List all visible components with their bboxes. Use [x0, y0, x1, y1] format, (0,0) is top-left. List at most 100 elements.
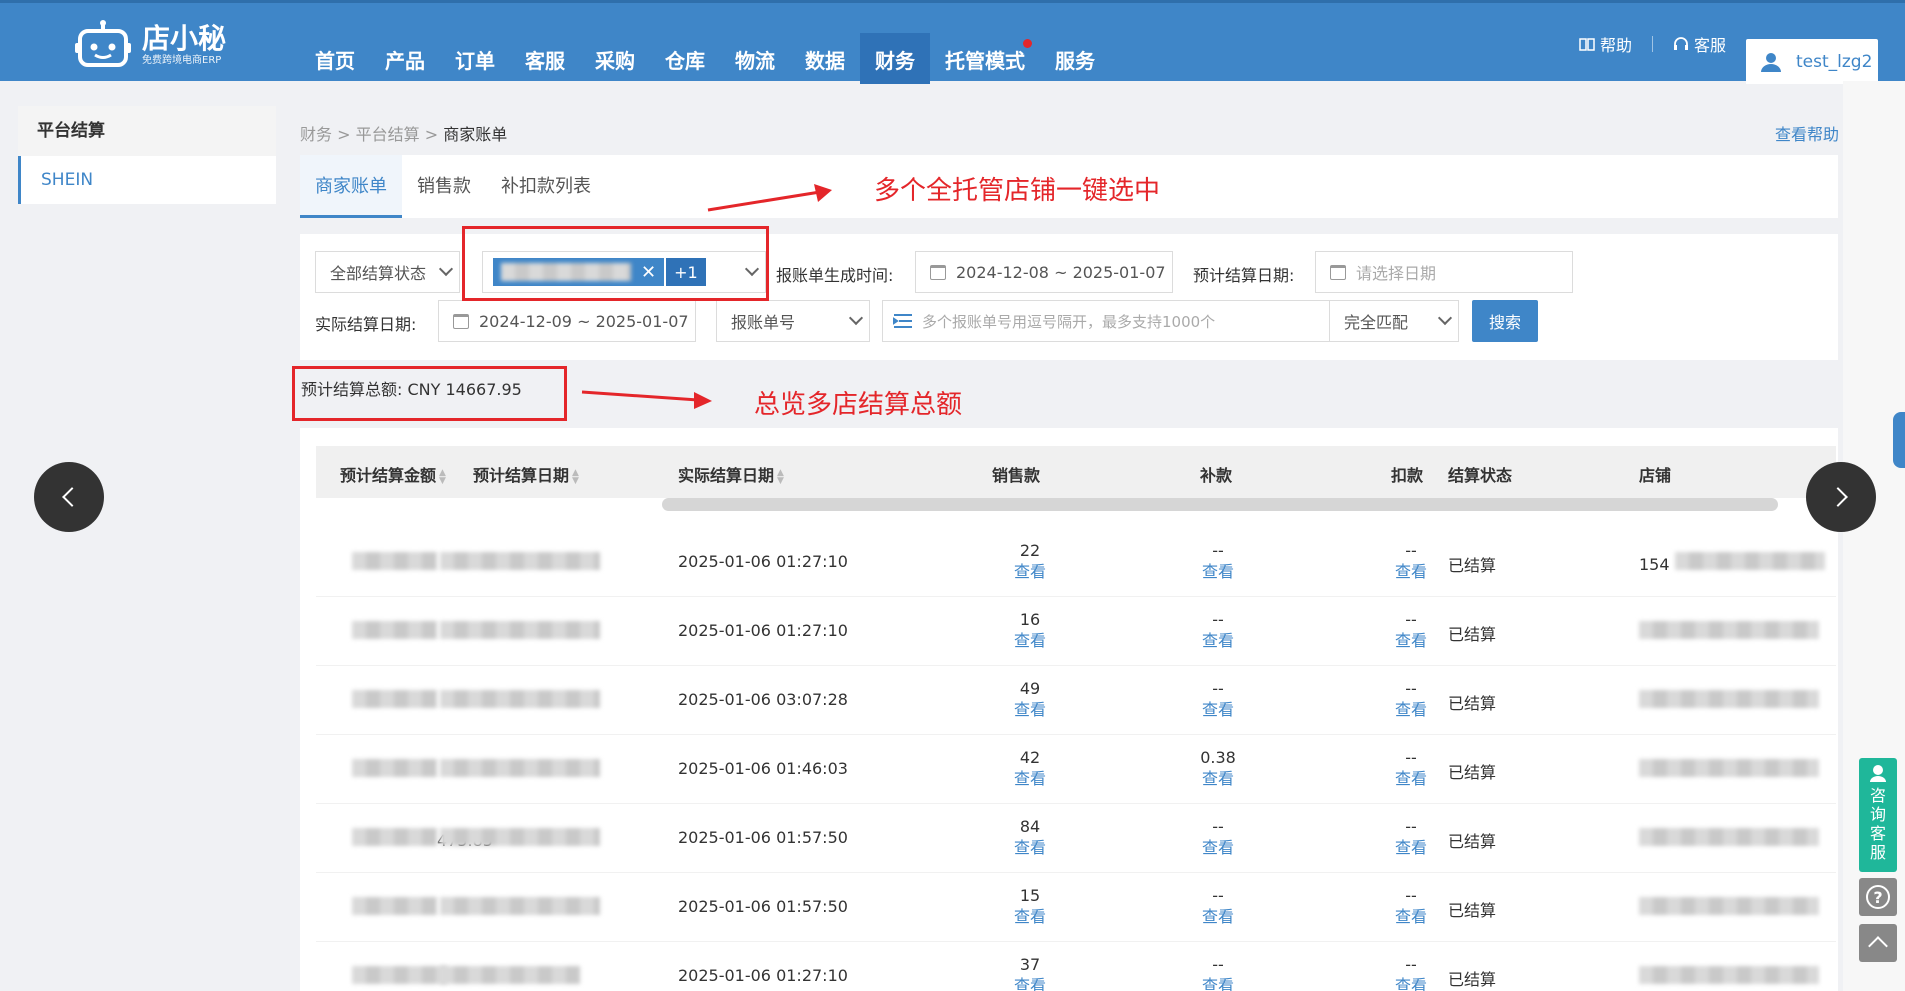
blurred-store	[1639, 621, 1819, 639]
view-refill-link[interactable]: 查看	[1188, 906, 1248, 927]
nav-product[interactable]: 产品	[370, 33, 440, 84]
table-row: 2025-01-06 01:57:50 15 查看 -- 查看 -- 查看 已结算	[316, 873, 1836, 942]
col-status: 结算状态	[1448, 466, 1513, 485]
store-cell	[1639, 897, 1819, 919]
breadcrumb-finance[interactable]: 财务	[300, 125, 332, 144]
sidebar: 平台结算 SHEIN	[18, 106, 276, 204]
view-sales-link[interactable]: 查看	[1000, 699, 1060, 720]
bill-no-input[interactable]: 多个报账单号用逗号隔开，最多支持1000个	[882, 300, 1330, 342]
carousel-next-button[interactable]	[1806, 462, 1876, 532]
expected-date-picker[interactable]: 请选择日期	[1315, 251, 1573, 293]
side-feedback-tab[interactable]	[1893, 412, 1905, 468]
bill-time-picker[interactable]: 2024-12-08 ~ 2025-01-07	[915, 251, 1173, 293]
view-deduct-link[interactable]: 查看	[1381, 768, 1441, 789]
service-link[interactable]: 客服	[1653, 32, 1746, 56]
store-cell	[1639, 828, 1819, 850]
blurred-store	[1639, 828, 1819, 846]
list-icon	[893, 314, 912, 328]
view-deduct-link[interactable]: 查看	[1381, 837, 1441, 858]
view-refill-link[interactable]: 查看	[1188, 768, 1248, 789]
sidebar-header: 平台结算	[18, 106, 276, 156]
tab-sales[interactable]: 销售款	[402, 155, 486, 218]
bill-no-type-value: 报账单号	[731, 313, 796, 332]
nav-managed-mode[interactable]: 托管模式	[930, 33, 1040, 84]
store-cell	[1639, 966, 1819, 988]
col-amount[interactable]: 预计结算金额 ▲ ▼	[340, 462, 447, 486]
table-row: 475.852025-01-06 01:57:5084查看--查看--查看已结算	[316, 804, 1836, 873]
view-sales-link[interactable]: 查看	[1000, 906, 1060, 927]
horizontal-scrollbar[interactable]	[662, 498, 1778, 511]
deduct-cell: -- 查看	[1381, 609, 1441, 651]
sidebar-item-shein[interactable]: SHEIN	[18, 156, 276, 204]
refill-value: --	[1212, 886, 1224, 905]
deduct-value: --	[1405, 610, 1417, 629]
table-header: 预计结算金额 ▲ ▼ 预计结算日期 ▲ ▼ 实际结算日期 ▲ ▼ 销售款 补款 扣款 结算状…	[316, 446, 1836, 498]
consult-service-button[interactable]: 咨询客服	[1859, 758, 1897, 872]
view-deduct-link[interactable]: 查看	[1381, 975, 1441, 991]
nav-logistics[interactable]: 物流	[720, 33, 790, 84]
help-float-button[interactable]: ?	[1859, 878, 1897, 916]
nav-customer-service[interactable]: 客服	[510, 33, 580, 84]
nav-finance[interactable]: 财务	[860, 33, 930, 84]
nav-purchase[interactable]: 采购	[580, 33, 650, 84]
tab-merchant-bill[interactable]: 商家账单	[300, 155, 402, 218]
blurred-store	[1639, 966, 1819, 984]
view-help-link[interactable]: 查看帮助	[1775, 121, 1839, 145]
view-refill-link[interactable]: 查看	[1188, 630, 1248, 651]
view-refill-link[interactable]: 查看	[1188, 975, 1248, 991]
user-menu[interactable]: test_lzg2	[1746, 39, 1878, 84]
search-button[interactable]: 搜索	[1472, 300, 1538, 342]
nav-warehouse[interactable]: 仓库	[650, 33, 720, 84]
view-deduct-link[interactable]: 查看	[1381, 906, 1441, 927]
tab-adjustment-list[interactable]: 补扣款列表	[486, 155, 606, 218]
view-sales-link[interactable]: 查看	[1000, 837, 1060, 858]
app-logo[interactable]: 店小秘 免费跨境电商ERP	[74, 15, 234, 75]
nav-order[interactable]: 订单	[440, 33, 510, 84]
sales-cell: 15 查看	[1000, 885, 1060, 927]
annotation-box-total	[292, 366, 567, 421]
view-sales-link[interactable]: 查看	[1000, 630, 1060, 651]
blurred-store	[1639, 690, 1819, 708]
actual-date-cell: 2025-01-06 01:27:10	[678, 552, 848, 571]
chevron-down-icon	[848, 310, 864, 326]
actual-date-picker[interactable]: 2024-12-09 ~ 2025-01-07	[438, 300, 696, 342]
view-deduct-link[interactable]: 查看	[1381, 699, 1441, 720]
blurred-store	[1639, 759, 1819, 777]
nav-data[interactable]: 数据	[790, 33, 860, 84]
col-expected-date[interactable]: 预计结算日期 ▲ ▼	[473, 462, 580, 486]
nav-service[interactable]: 服务	[1040, 33, 1110, 84]
blurred-store	[1639, 897, 1819, 915]
view-deduct-link[interactable]: 查看	[1381, 630, 1441, 651]
actual-date-cell: 2025-01-06 03:07:28	[678, 690, 848, 709]
blurred-amount	[352, 828, 437, 846]
actual-date-cell: 2025-01-06 01:46:03	[678, 759, 848, 778]
col-actual-date[interactable]: 实际结算日期 ▲ ▼	[678, 462, 785, 486]
top-nav-bar: 店小秘 免费跨境电商ERP 首页 产品 订单 客服 采购 仓库 物流 数据 财务…	[0, 0, 1905, 84]
refill-value: 0.38	[1200, 748, 1236, 767]
view-sales-link[interactable]: 查看	[1000, 561, 1060, 582]
settlement-status-select[interactable]: 全部结算状态	[315, 251, 460, 293]
view-refill-link[interactable]: 查看	[1188, 699, 1248, 720]
view-deduct-link[interactable]: 查看	[1381, 561, 1441, 582]
view-refill-link[interactable]: 查看	[1188, 837, 1248, 858]
carousel-prev-button[interactable]	[34, 462, 104, 532]
amount-cell	[352, 759, 437, 781]
help-link[interactable]: 帮助	[1559, 32, 1652, 56]
expected-date-placeholder: 请选择日期	[1356, 264, 1437, 283]
robot-logo-icon	[75, 20, 131, 67]
bill-no-type-select[interactable]: 报账单号	[716, 300, 870, 342]
match-mode-select[interactable]: 完全匹配	[1329, 300, 1459, 342]
view-sales-link[interactable]: 查看	[1000, 768, 1060, 789]
bill-table: 预计结算金额 ▲ ▼ 预计结算日期 ▲ ▼ 实际结算日期 ▲ ▼ 销售款 补款 扣款 结算状…	[300, 428, 1838, 991]
nav-home[interactable]: 首页	[300, 33, 370, 84]
username: test_lzg2	[1796, 51, 1873, 72]
blurred-amount	[352, 966, 447, 984]
blurred-expected-date	[440, 828, 600, 846]
back-to-top-button[interactable]	[1859, 924, 1897, 962]
breadcrumb-platform-settlement[interactable]: 平台结算	[356, 125, 420, 144]
table-row: 2025-01-06 01:46:03 42 查看 0.38 查看 -- 查看 已结算	[316, 735, 1836, 804]
view-sales-link[interactable]: 查看	[1000, 975, 1060, 991]
blurred-amount	[352, 552, 437, 570]
calendar-icon	[930, 264, 946, 280]
view-refill-link[interactable]: 查看	[1188, 561, 1248, 582]
